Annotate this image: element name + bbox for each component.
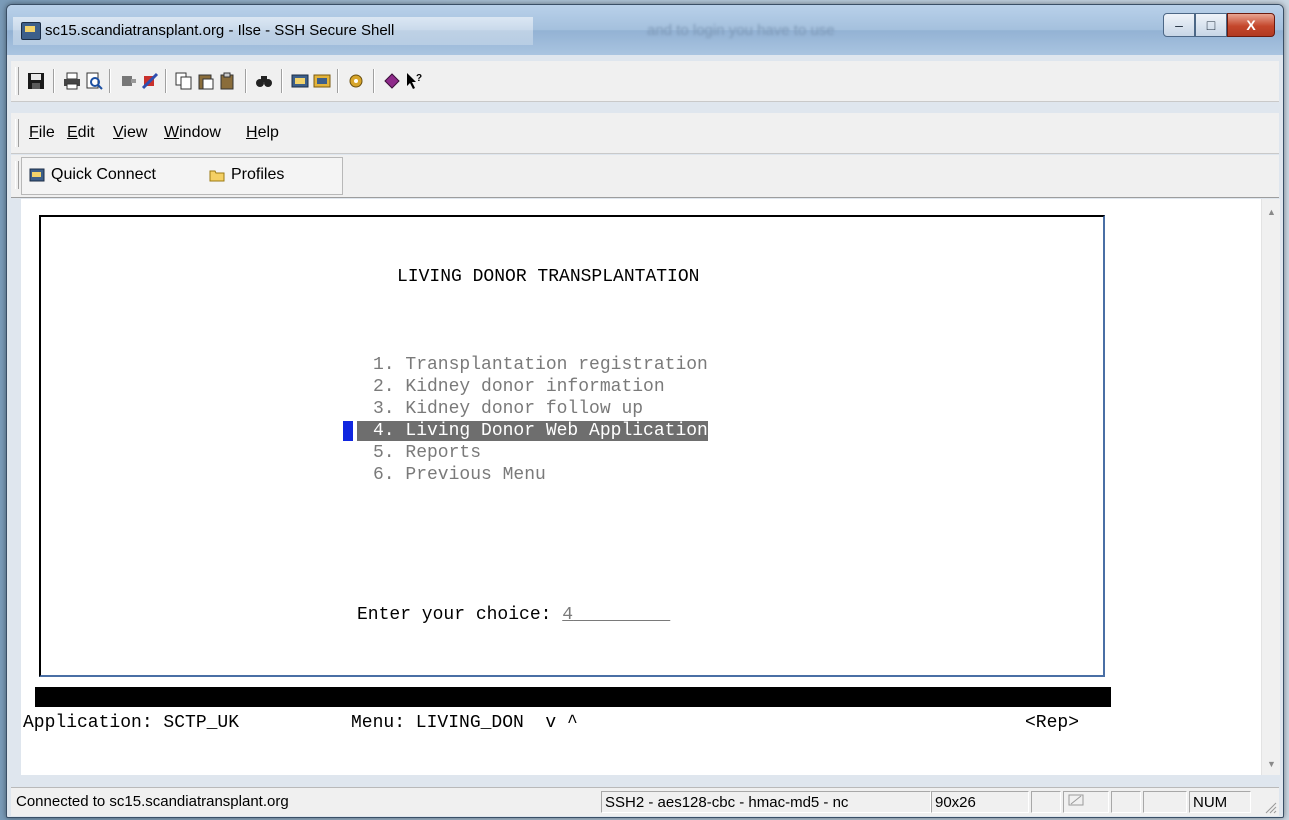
toolbar-separator (281, 69, 283, 93)
menu-help[interactable]: Help (246, 124, 279, 142)
title-bar[interactable]: sc15.scandiatransplant.org - Ilse - SSH … (7, 5, 1283, 55)
new-file-transfer-icon[interactable] (313, 72, 331, 90)
print-icon[interactable] (63, 72, 81, 90)
window-title: sc15.scandiatransplant.org - Ilse - SSH … (45, 22, 395, 39)
menu-file[interactable]: File (29, 124, 55, 142)
menu-view[interactable]: View (113, 124, 147, 142)
menu-bar: File Edit View Window Help (11, 113, 1279, 154)
terminal-size: 90x26 (931, 791, 1029, 813)
toolbar-separator (53, 69, 55, 93)
help-book-icon[interactable] (383, 72, 401, 90)
save-icon[interactable] (27, 72, 45, 90)
toolbar-separator (245, 69, 247, 93)
menu-option[interactable]: 2. Kidney donor information (373, 377, 665, 397)
toolbar-separator (337, 69, 339, 93)
menu-option[interactable]: 5. Reports (373, 443, 481, 463)
quickbar-grip[interactable] (15, 161, 19, 189)
menu-edit[interactable]: Edit (67, 124, 95, 142)
context-help-icon[interactable]: ? (405, 72, 423, 90)
status-cell-icon (1063, 791, 1109, 813)
menu-option[interactable]: 3. Kidney donor follow up (373, 399, 643, 419)
folder-icon[interactable] (209, 167, 225, 183)
find-icon[interactable] (255, 72, 273, 90)
copy-icon[interactable] (175, 72, 193, 90)
menubar-grip[interactable] (15, 119, 19, 147)
paste-special-icon[interactable] (219, 72, 237, 90)
status-rep: <Rep> (1025, 713, 1080, 733)
profiles-button[interactable]: Profiles (231, 166, 284, 184)
choice-prompt-label: Enter your choice: (357, 605, 563, 625)
status-cell-empty (1111, 791, 1141, 813)
svg-text:?: ? (416, 73, 422, 84)
scroll-down-arrow-icon[interactable]: ▼ (1267, 759, 1276, 769)
status-application: Application: SCTP_UK (23, 713, 240, 733)
window-controls: – □ X (1163, 13, 1275, 37)
minimize-button[interactable]: – (1163, 13, 1195, 37)
terminal-area[interactable]: LIVING DONOR TRANSPLANTATION 1. Transpla… (21, 199, 1261, 775)
paste-icon[interactable] (197, 72, 215, 90)
toolbar-separator (373, 69, 375, 93)
toolbar-grip[interactable] (15, 67, 19, 95)
print-preview-icon[interactable] (85, 72, 103, 90)
quick-connect-icon[interactable] (29, 167, 45, 183)
menu-heading: LIVING DONOR TRANSPLANTATION (397, 267, 700, 287)
status-bar: Connected to sc15.scandiatransplant.org … (11, 787, 1279, 816)
status-separator-bar (35, 687, 1111, 707)
menu-window[interactable]: Window (164, 124, 221, 142)
cipher-status: SSH2 - aes128-cbc - hmac-md5 - nc (601, 791, 931, 813)
settings-icon[interactable] (347, 72, 365, 90)
resize-grip-icon[interactable] (1263, 800, 1277, 814)
menu-option[interactable]: 6. Previous Menu (373, 465, 546, 485)
quick-connect-button[interactable]: Quick Connect (51, 166, 156, 184)
disconnect-icon[interactable] (119, 72, 137, 90)
vertical-scrollbar[interactable]: ▲ ▼ (1261, 199, 1280, 775)
choice-padding (573, 605, 670, 625)
scroll-up-arrow-icon[interactable]: ▲ (1267, 207, 1276, 217)
toolbar: ? (11, 61, 1279, 102)
choice-prompt: Enter your choice: 4 (357, 605, 670, 625)
maximize-button[interactable]: □ (1195, 13, 1227, 37)
new-terminal-icon[interactable] (291, 72, 309, 90)
toolbar-separator (165, 69, 167, 93)
connect-icon[interactable] (141, 72, 159, 90)
connection-status: Connected to sc15.scandiatransplant.org (16, 793, 289, 810)
transfer-icon (1068, 794, 1084, 806)
quick-connect-bar: Quick Connect Profiles (11, 155, 1279, 198)
cursor-marker (343, 421, 353, 441)
status-menu: Menu: LIVING_DON v ^ (351, 713, 578, 733)
ssh-window: sc15.scandiatransplant.org - Ilse - SSH … (6, 4, 1284, 818)
menu-option[interactable]: 1. Transplantation registration (373, 355, 708, 375)
num-lock-indicator: NUM (1189, 791, 1251, 813)
toolbar-separator (109, 69, 111, 93)
status-cell-empty (1031, 791, 1061, 813)
close-button[interactable]: X (1227, 13, 1275, 37)
choice-value: 4 (562, 605, 574, 625)
ssh-terminal-icon (21, 22, 41, 40)
background-window-text: and to login you have to use (647, 22, 835, 39)
status-cell-empty (1143, 791, 1187, 813)
choice-input[interactable]: 4 (562, 605, 670, 625)
menu-option-selected[interactable]: 4. Living Donor Web Application (357, 421, 708, 441)
